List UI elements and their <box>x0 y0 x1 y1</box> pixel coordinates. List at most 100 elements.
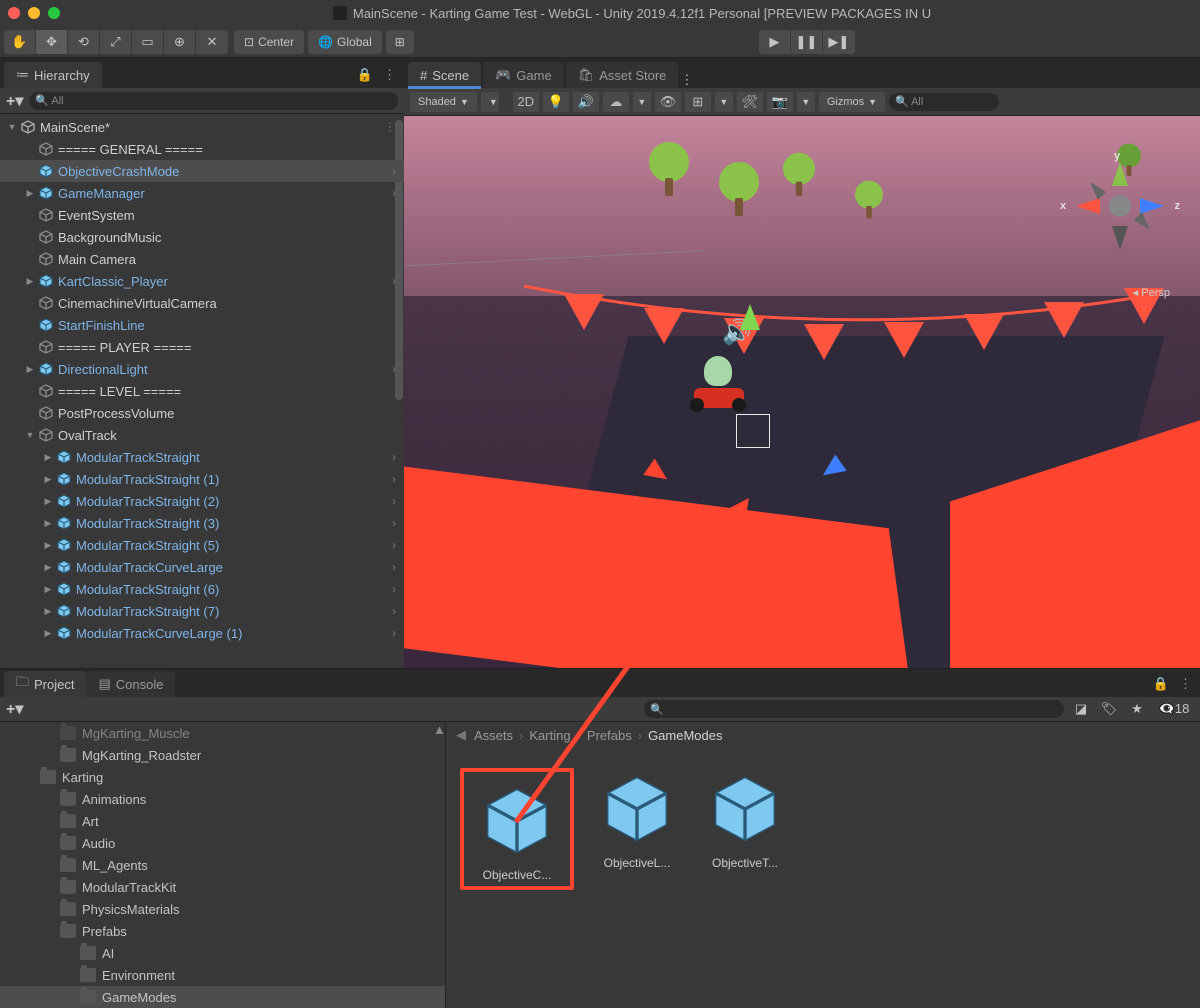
chevron-right-icon[interactable]: › <box>392 516 396 530</box>
expand-arrow-icon[interactable] <box>40 584 56 595</box>
expand-arrow-icon[interactable] <box>4 122 20 133</box>
rotate-tool[interactable]: ⟲ <box>68 30 100 54</box>
chevron-right-icon[interactable]: › <box>392 560 396 574</box>
create-asset-button[interactable]: +▾ <box>6 699 23 719</box>
expand-arrow-icon[interactable] <box>40 496 56 507</box>
pivot-mode-toggle[interactable]: ⊡Center <box>234 30 304 54</box>
hierarchy-item[interactable]: ModularTrackStraight› <box>0 446 404 468</box>
filter-by-label-icon[interactable]: 🏷 <box>1098 701 1120 717</box>
orientation-gizmo[interactable]: y x z <box>1070 156 1170 256</box>
hierarchy-item[interactable]: Main Camera <box>0 248 404 270</box>
selection-handle[interactable] <box>736 414 770 448</box>
hierarchy-item[interactable]: CinemachineVirtualCamera <box>0 292 404 314</box>
chevron-right-icon[interactable]: › <box>392 450 396 464</box>
hand-tool[interactable]: ✋ <box>4 30 36 54</box>
filter-by-type-icon[interactable]: ◪ <box>1070 701 1092 717</box>
hierarchy-item[interactable]: ModularTrackCurveLarge (1)› <box>0 622 404 644</box>
hidden-count[interactable]: 👁‍🗨18 <box>1154 701 1194 717</box>
menu-icon[interactable]: ⋮ <box>680 72 693 87</box>
expand-arrow-icon[interactable] <box>22 364 38 375</box>
expand-arrow-icon[interactable] <box>22 188 38 199</box>
audio-toggle[interactable]: 🔊 <box>573 92 599 112</box>
lighting-toggle[interactable]: 💡 <box>543 92 569 112</box>
hierarchy-item[interactable]: OvalTrack <box>0 424 404 446</box>
hierarchy-item[interactable]: ModularTrackStraight (5)› <box>0 534 404 556</box>
hierarchy-item[interactable]: ModularTrackStraight (2)› <box>0 490 404 512</box>
folder-row[interactable]: AI <box>0 942 445 964</box>
grid-toggle[interactable]: ⊞ <box>685 92 711 112</box>
folder-row[interactable]: Prefabs <box>0 920 445 942</box>
rotation-mode-toggle[interactable]: 🌐Global <box>308 30 382 54</box>
pause-button[interactable]: ❚❚ <box>791 30 823 54</box>
folder-row[interactable]: Animations <box>0 788 445 810</box>
step-button[interactable]: ▶❚ <box>823 30 855 54</box>
chevron-right-icon[interactable]: › <box>392 274 396 288</box>
camera-toggle[interactable]: 📷 <box>767 92 793 112</box>
rect-tool[interactable]: ▭ <box>132 30 164 54</box>
2d-toggle[interactable]: 2D <box>513 92 539 112</box>
transform-tool[interactable]: ⊕ <box>164 30 196 54</box>
hierarchy-item[interactable]: PostProcessVolume <box>0 402 404 424</box>
camera-dropdown[interactable]: ▼ <box>797 92 815 112</box>
asset-grid[interactable]: ObjectiveC...ObjectiveL...ObjectiveT... <box>446 748 1200 1008</box>
minimize-window-button[interactable] <box>28 7 40 19</box>
folder-row[interactable]: ML_Agents <box>0 854 445 876</box>
tab-game[interactable]: 🎮 Game <box>483 62 564 88</box>
gizmo-y-arrow[interactable] <box>740 304 760 330</box>
chevron-right-icon[interactable]: › <box>392 626 396 640</box>
expand-arrow-icon[interactable] <box>22 430 38 441</box>
chevron-right-icon[interactable]: › <box>392 494 396 508</box>
project-folder-tree[interactable]: ▲ MgKarting_MuscleMgKarting_RoadsterKart… <box>0 722 446 1008</box>
folder-row[interactable]: Karting <box>0 766 445 788</box>
gizmos-dropdown[interactable]: Gizmos▼ <box>819 92 885 112</box>
favorite-icon[interactable]: ★ <box>1126 701 1148 717</box>
close-window-button[interactable] <box>8 7 20 19</box>
back-arrow-icon[interactable]: ◀ <box>456 727 466 743</box>
hierarchy-item[interactable]: StartFinishLine <box>0 314 404 336</box>
expand-arrow-icon[interactable] <box>22 276 38 287</box>
hierarchy-item[interactable]: ModularTrackStraight (3)› <box>0 512 404 534</box>
create-button[interactable]: +▾ <box>6 91 23 111</box>
folder-row[interactable]: Audio <box>0 832 445 854</box>
grid-dropdown[interactable]: ▼ <box>715 92 733 112</box>
asset-item[interactable]: ObjectiveC... <box>472 780 562 882</box>
expand-arrow-icon[interactable] <box>40 452 56 463</box>
hierarchy-item[interactable]: ModularTrackStraight (7)› <box>0 600 404 622</box>
tools-toggle[interactable]: 🛠 <box>737 92 763 112</box>
chevron-right-icon[interactable]: › <box>392 164 396 178</box>
tab-console[interactable]: ▤ Console <box>86 671 175 697</box>
breadcrumb-segment[interactable]: Prefabs <box>587 728 632 743</box>
hierarchy-tree[interactable]: MainScene* ⋮ ===== GENERAL =====Objectiv… <box>0 114 404 668</box>
move-tool[interactable]: ✥ <box>36 30 68 54</box>
menu-icon[interactable]: ⋮ <box>1179 676 1192 692</box>
lock-icon[interactable]: 🔒 <box>1153 676 1169 692</box>
hierarchy-item[interactable]: EventSystem <box>0 204 404 226</box>
expand-arrow-icon[interactable] <box>40 606 56 617</box>
chevron-right-icon[interactable]: › <box>392 538 396 552</box>
folder-row[interactable]: MgKarting_Muscle <box>0 722 445 744</box>
hierarchy-item[interactable]: KartClassic_Player› <box>0 270 404 292</box>
asset-item[interactable]: ObjectiveT... <box>700 768 790 870</box>
scene-root-row[interactable]: MainScene* ⋮ <box>0 116 404 138</box>
expand-arrow-icon[interactable] <box>40 474 56 485</box>
hierarchy-item[interactable]: ===== GENERAL ===== <box>0 138 404 160</box>
folder-row[interactable]: PhysicsMaterials <box>0 898 445 920</box>
maximize-window-button[interactable] <box>48 7 60 19</box>
chevron-right-icon[interactable]: › <box>392 362 396 376</box>
expand-arrow-icon[interactable] <box>40 518 56 529</box>
folder-row[interactable]: MgKarting_Roadster <box>0 744 445 766</box>
tab-asset-store[interactable]: 🛍 Asset Store <box>566 62 679 88</box>
play-button[interactable]: ▶ <box>759 30 791 54</box>
folder-row[interactable]: GameModes <box>0 986 445 1008</box>
hierarchy-item[interactable]: GameManager› <box>0 182 404 204</box>
expand-arrow-icon[interactable] <box>40 628 56 639</box>
project-search[interactable]: 🔍 <box>644 700 1064 718</box>
chevron-right-icon[interactable]: › <box>392 582 396 596</box>
menu-icon[interactable]: ⋮ <box>383 67 396 83</box>
lock-icon[interactable]: 🔒 <box>357 67 373 83</box>
chevron-right-icon[interactable]: › <box>392 604 396 618</box>
folder-row[interactable]: Environment <box>0 964 445 986</box>
expand-arrow-icon[interactable] <box>40 562 56 573</box>
hierarchy-item[interactable]: ModularTrackCurveLarge› <box>0 556 404 578</box>
snap-toggle[interactable]: ⊞ <box>386 30 414 54</box>
